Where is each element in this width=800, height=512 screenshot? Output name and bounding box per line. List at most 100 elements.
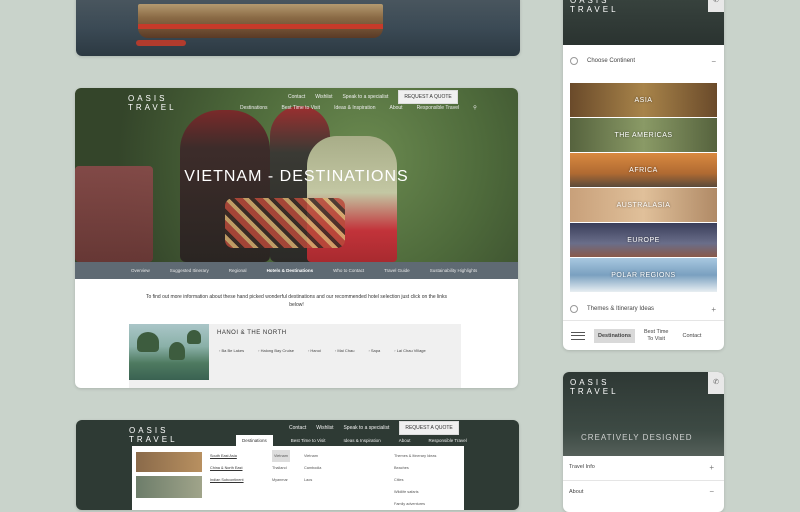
- hero-fabric: [225, 198, 345, 248]
- dropdown-item[interactable]: Beaches: [394, 462, 436, 474]
- dropdown-item[interactable]: Vietnam: [304, 450, 321, 462]
- lightbulb-icon: [570, 305, 578, 313]
- boat-hull: [138, 4, 383, 38]
- dropdown-item[interactable]: Wildlife safaris: [394, 486, 436, 498]
- mobile-header: OASIS TRAVEL ✆: [563, 0, 724, 45]
- bottom-best-time-button[interactable]: Best Time To Visit: [644, 329, 668, 343]
- wishlist-link[interactable]: Wishlist: [315, 94, 332, 100]
- continent-australasia[interactable]: AUSTRALASIA: [570, 188, 717, 222]
- globe-icon: [570, 57, 578, 65]
- continent-polar[interactable]: POLAR REGIONS: [570, 258, 717, 292]
- nav-responsible[interactable]: Responsible Travel: [417, 105, 460, 111]
- choose-continent-label: Choose Continent: [587, 58, 636, 64]
- collapse-icon[interactable]: −: [711, 57, 716, 66]
- region-link[interactable]: Hanoi: [308, 348, 320, 353]
- nav-ideas[interactable]: Ideas & Inspiration: [334, 105, 375, 111]
- nav-responsible[interactable]: Responsible Travel: [429, 438, 467, 443]
- logo-line-1: OASIS: [128, 94, 168, 103]
- overlay-title: CREATIVELY DESIGNED: [581, 433, 693, 442]
- nav-ideas[interactable]: Ideas & Inspiration: [343, 438, 380, 443]
- request-quote-button[interactable]: REQUEST A QUOTE: [398, 90, 458, 104]
- logo-line-2: TRAVEL: [128, 103, 177, 112]
- phone-icon[interactable]: ✆: [708, 0, 724, 12]
- best-time-line-1: Best Time: [644, 328, 669, 335]
- nav-about[interactable]: About: [389, 105, 402, 111]
- intro-text: To find out more information about these…: [145, 294, 447, 308]
- top-nav: Contact Wishlist Speak to a specialist R…: [288, 90, 458, 104]
- halong-bay-image[interactable]: [129, 324, 209, 380]
- region-link[interactable]: Sapa: [368, 348, 380, 353]
- nav-destinations[interactable]: Destinations: [236, 435, 273, 446]
- dropdown-item[interactable]: Cambodia: [304, 462, 321, 474]
- oasis-travel-logo[interactable]: OASIS TRAVEL: [129, 426, 178, 444]
- continent-label: POLAR REGIONS: [611, 271, 676, 279]
- bottom-destinations-button[interactable]: Destinations: [594, 328, 636, 343]
- region-link[interactable]: Ba Be Lakes: [219, 348, 244, 353]
- mobile-bottom-bar: Destinations Best Time To Visit Contact: [563, 320, 724, 350]
- dropdown-item[interactable]: South East Asia: [210, 450, 244, 462]
- dropdown-item[interactable]: China & North East: [210, 462, 244, 474]
- expand-icon[interactable]: +: [709, 463, 714, 472]
- contact-link[interactable]: Contact: [288, 94, 305, 100]
- contact-link[interactable]: Contact: [289, 425, 306, 431]
- oasis-travel-logo[interactable]: OASIS TRAVEL: [128, 94, 177, 112]
- nav-best-time[interactable]: Best Time to Visit: [291, 438, 326, 443]
- tab-sustainability[interactable]: Sustainability Highlights: [430, 268, 478, 273]
- specialist-link[interactable]: Speak to a specialist: [342, 94, 388, 100]
- nav-about[interactable]: About: [399, 438, 411, 443]
- dropdown-item[interactable]: Indian Subcontinent: [210, 474, 244, 486]
- travel-info-row[interactable]: Travel Info +: [563, 456, 724, 478]
- continent-africa[interactable]: AFRICA: [570, 153, 717, 187]
- request-quote-button[interactable]: REQUEST A QUOTE: [399, 421, 459, 435]
- continent-europe[interactable]: EUROPE: [570, 223, 717, 257]
- tab-itinerary[interactable]: Suggested Itinerary: [170, 268, 209, 273]
- dropdown-item[interactable]: Vietnam: [272, 450, 290, 462]
- mobile2-header: OASIS TRAVEL ✆ CREATIVELY DESIGNED: [563, 372, 724, 456]
- page-title: VIETNAM - DESTINATIONS: [184, 168, 409, 185]
- themes-row[interactable]: Themes & Itinerary Ideas +: [563, 298, 724, 320]
- search-icon[interactable]: ⚲: [473, 105, 477, 111]
- specialist-link[interactable]: Speak to a specialist: [343, 425, 389, 431]
- dinghy: [136, 40, 186, 46]
- dropdown-image-1: [136, 452, 202, 472]
- travel-info-label: Travel Info: [569, 464, 595, 470]
- logo-line-2: TRAVEL: [570, 5, 619, 14]
- region-link[interactable]: Mai Chau: [335, 348, 354, 353]
- logo-line-2: TRAVEL: [129, 435, 178, 444]
- menu-page-card: OASIS TRAVEL Contact Wishlist Speak to a…: [76, 420, 519, 510]
- dropdown-themes-column: Themes & Itinerary Ideas Beaches Cities …: [394, 450, 436, 510]
- karst-1: [137, 332, 159, 352]
- tab-overview[interactable]: Overview: [131, 268, 150, 273]
- oasis-travel-logo[interactable]: OASIS TRAVEL: [570, 0, 619, 14]
- tab-contact[interactable]: Who to Contact: [333, 268, 364, 273]
- collapse-icon[interactable]: −: [709, 487, 714, 496]
- bottom-contact-button[interactable]: Contact: [682, 333, 701, 339]
- region-link[interactable]: Lai Chau Village: [394, 348, 426, 353]
- continent-americas[interactable]: THE AMERICAS: [570, 118, 717, 152]
- tab-hotels-destinations[interactable]: Hotels & Destinations: [267, 268, 314, 273]
- oasis-travel-logo[interactable]: OASIS TRAVEL: [570, 378, 619, 396]
- phone-icon[interactable]: ✆: [708, 372, 724, 394]
- dropdown-country-column: Vietnam Thailand Myanmar: [272, 450, 290, 486]
- best-time-line-2: To Visit: [647, 335, 666, 342]
- dropdown-item[interactable]: Thailand: [272, 462, 290, 474]
- region-title: HANOI & THE NORTH: [217, 330, 287, 336]
- tab-travel-guide[interactable]: Travel Guide: [384, 268, 410, 273]
- nav-destinations[interactable]: Destinations: [240, 105, 268, 111]
- about-label: About: [569, 488, 584, 495]
- wishlist-link[interactable]: Wishlist: [316, 425, 333, 431]
- dropdown-subcountry-column: Vietnam Cambodia Laos: [304, 450, 321, 486]
- choose-continent-row[interactable]: Choose Continent −: [563, 50, 724, 72]
- expand-icon[interactable]: +: [711, 305, 716, 314]
- nav-best-time[interactable]: Best Time to Visit: [282, 105, 321, 111]
- about-row[interactable]: About −: [563, 480, 724, 502]
- hamburger-icon[interactable]: [571, 331, 585, 340]
- dropdown-item[interactable]: Cities: [394, 474, 436, 486]
- karst-2: [169, 342, 185, 360]
- region-link[interactable]: Halong Bay Cruise: [258, 348, 294, 353]
- dropdown-item[interactable]: Myanmar: [272, 474, 290, 486]
- dropdown-item[interactable]: Laos: [304, 474, 321, 486]
- boat-stripe: [138, 24, 383, 29]
- tab-regional[interactable]: Regional: [229, 268, 247, 273]
- continent-asia[interactable]: ASIA: [570, 83, 717, 117]
